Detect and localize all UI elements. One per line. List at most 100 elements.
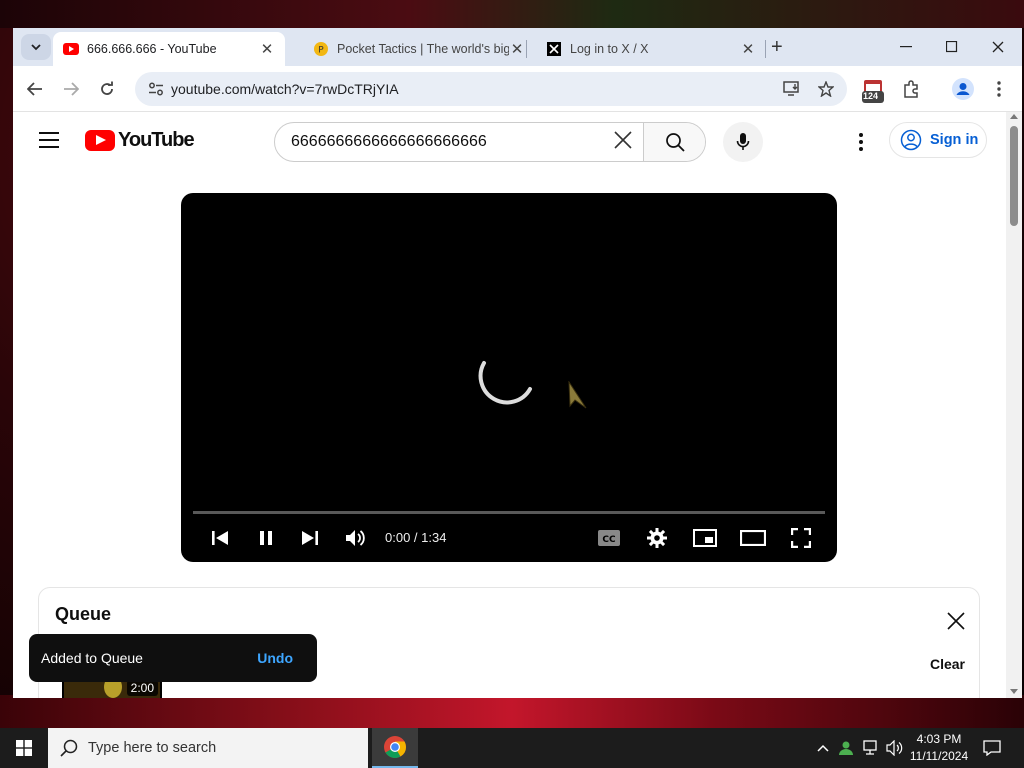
tab-x-login[interactable]: Log in to X / X ✕: [536, 32, 766, 66]
extensions-button[interactable]: [899, 77, 923, 101]
pause-icon: [260, 531, 272, 545]
video-player[interactable]: 0:00 / 1:34 CC: [181, 193, 837, 562]
skip-next-icon: [302, 531, 318, 545]
search-icon: [665, 133, 685, 152]
voice-search-button[interactable]: [723, 122, 763, 162]
captions-icon: CC: [598, 530, 620, 546]
close-tab-icon[interactable]: ✕: [259, 40, 275, 58]
profile-avatar-icon: [952, 78, 974, 100]
miniplayer-icon: [693, 529, 717, 547]
chrome-icon: [384, 736, 406, 758]
taskbar-search-box[interactable]: Type here to search: [48, 728, 368, 768]
svg-text:P: P: [318, 46, 324, 56]
account-circle-icon: [900, 129, 922, 151]
search-input[interactable]: 6666666666666666666666: [275, 133, 603, 151]
queue-title: Queue: [55, 604, 112, 624]
taskbar-chrome-button[interactable]: [372, 728, 418, 768]
fullscreen-button[interactable]: [786, 523, 816, 553]
url-text: youtube.com/watch?v=7rwDcTRjYIA: [171, 81, 399, 97]
player-controls: 0:00 / 1:34 CC: [181, 523, 837, 553]
progress-bar[interactable]: [193, 511, 825, 514]
search-icon: [60, 739, 78, 757]
guide-menu-icon[interactable]: [39, 132, 59, 153]
desktop-background-glow: [0, 695, 1024, 730]
close-icon: [992, 41, 1004, 53]
new-tab-button[interactable]: +: [771, 36, 783, 59]
scroll-up-icon[interactable]: [1010, 114, 1018, 119]
previous-button[interactable]: [205, 523, 235, 553]
tab-title: Pocket Tactics | The world's big: [337, 42, 509, 56]
address-bar[interactable]: youtube.com/watch?v=7rwDcTRjYIA: [135, 72, 847, 106]
scroll-down-icon[interactable]: [1010, 689, 1018, 694]
logo-text: YouTube: [118, 129, 195, 151]
bookmark-star-icon[interactable]: [811, 72, 841, 106]
site-info-icon[interactable]: [141, 82, 171, 96]
youtube-play-logo-icon: [85, 130, 115, 151]
scrollbar-thumb[interactable]: [1010, 126, 1018, 226]
tray-user-icon[interactable]: [836, 728, 856, 768]
puzzle-icon: [904, 80, 918, 98]
tab-pocket-tactics[interactable]: P Pocket Tactics | The world's big ✕: [303, 32, 535, 66]
clear-search-icon[interactable]: [603, 129, 643, 155]
volume-button[interactable]: [341, 523, 371, 553]
search-box: 6666666666666666666666: [274, 122, 706, 162]
search-button[interactable]: [643, 123, 705, 161]
show-hidden-icons-button[interactable]: [814, 728, 832, 768]
theater-mode-icon: [740, 530, 766, 546]
page-scrollbar[interactable]: [1006, 112, 1022, 698]
youtube-page: YouTube 6666666666666666666666 Sign in 0…: [13, 112, 1006, 698]
close-tab-icon[interactable]: ✕: [740, 40, 756, 58]
notifications-button[interactable]: [980, 728, 1004, 768]
forward-button[interactable]: [59, 77, 83, 101]
captions-button[interactable]: CC: [594, 523, 624, 553]
close-window-button[interactable]: [975, 28, 1021, 66]
back-button[interactable]: [23, 77, 47, 101]
taskbar-clock[interactable]: 4:03 PM 11/11/2024: [902, 731, 976, 765]
close-queue-icon[interactable]: [947, 612, 965, 635]
close-tab-icon[interactable]: ✕: [509, 40, 525, 58]
reload-button[interactable]: [95, 77, 119, 101]
fullscreen-icon: [791, 528, 811, 548]
kebab-menu-icon: [997, 81, 1001, 97]
microphone-icon: [736, 133, 750, 150]
arrow-right-icon: [64, 82, 79, 96]
tab-search-button[interactable]: [21, 34, 51, 60]
snackbar-toast: Added to Queue Undo: [29, 634, 317, 682]
settings-button[interactable]: [642, 523, 672, 553]
minimize-icon: [900, 46, 912, 48]
sign-in-button[interactable]: Sign in: [889, 122, 987, 158]
maximize-icon: [946, 41, 958, 53]
install-app-icon[interactable]: [777, 72, 807, 106]
network-icon[interactable]: [860, 728, 882, 768]
clear-queue-button[interactable]: Clear: [930, 656, 965, 672]
clock-time: 4:03 PM: [916, 732, 962, 746]
pause-button[interactable]: [251, 523, 281, 553]
gear-icon: [647, 528, 667, 548]
cursor-icon: [568, 381, 587, 409]
chrome-menu-button[interactable]: [987, 77, 1011, 101]
taskbar-search-placeholder: Type here to search: [88, 740, 217, 756]
time-display: 0:00 / 1:34: [385, 530, 447, 545]
miniplayer-button[interactable]: [690, 523, 720, 553]
x-logo-favicon-icon: [546, 41, 562, 57]
youtube-logo[interactable]: YouTube: [85, 129, 195, 152]
browser-window: 666.666.666 - YouTube ✕ P Pocket Tactics…: [13, 28, 1022, 698]
extension-calendar-button[interactable]: 124: [861, 76, 885, 104]
profile-button[interactable]: [951, 77, 975, 101]
youtube-header: YouTube 6666666666666666666666 Sign in: [13, 112, 1006, 168]
minimize-button[interactable]: [883, 28, 929, 66]
captions-label: CC: [602, 535, 616, 545]
tab-youtube[interactable]: 666.666.666 - YouTube ✕: [53, 32, 285, 66]
desktop-background-top: [0, 0, 1024, 28]
arrow-left-icon: [27, 82, 42, 96]
undo-button[interactable]: Undo: [257, 650, 305, 666]
loading-spinner-icon: [478, 361, 532, 405]
next-button[interactable]: [295, 523, 325, 553]
theater-mode-button[interactable]: [738, 523, 768, 553]
settings-menu-icon[interactable]: [853, 130, 869, 154]
skip-previous-icon: [212, 531, 228, 545]
start-button[interactable]: [0, 728, 48, 768]
volume-icon: [346, 530, 365, 546]
reload-icon: [101, 81, 113, 95]
maximize-button[interactable]: [929, 28, 975, 66]
